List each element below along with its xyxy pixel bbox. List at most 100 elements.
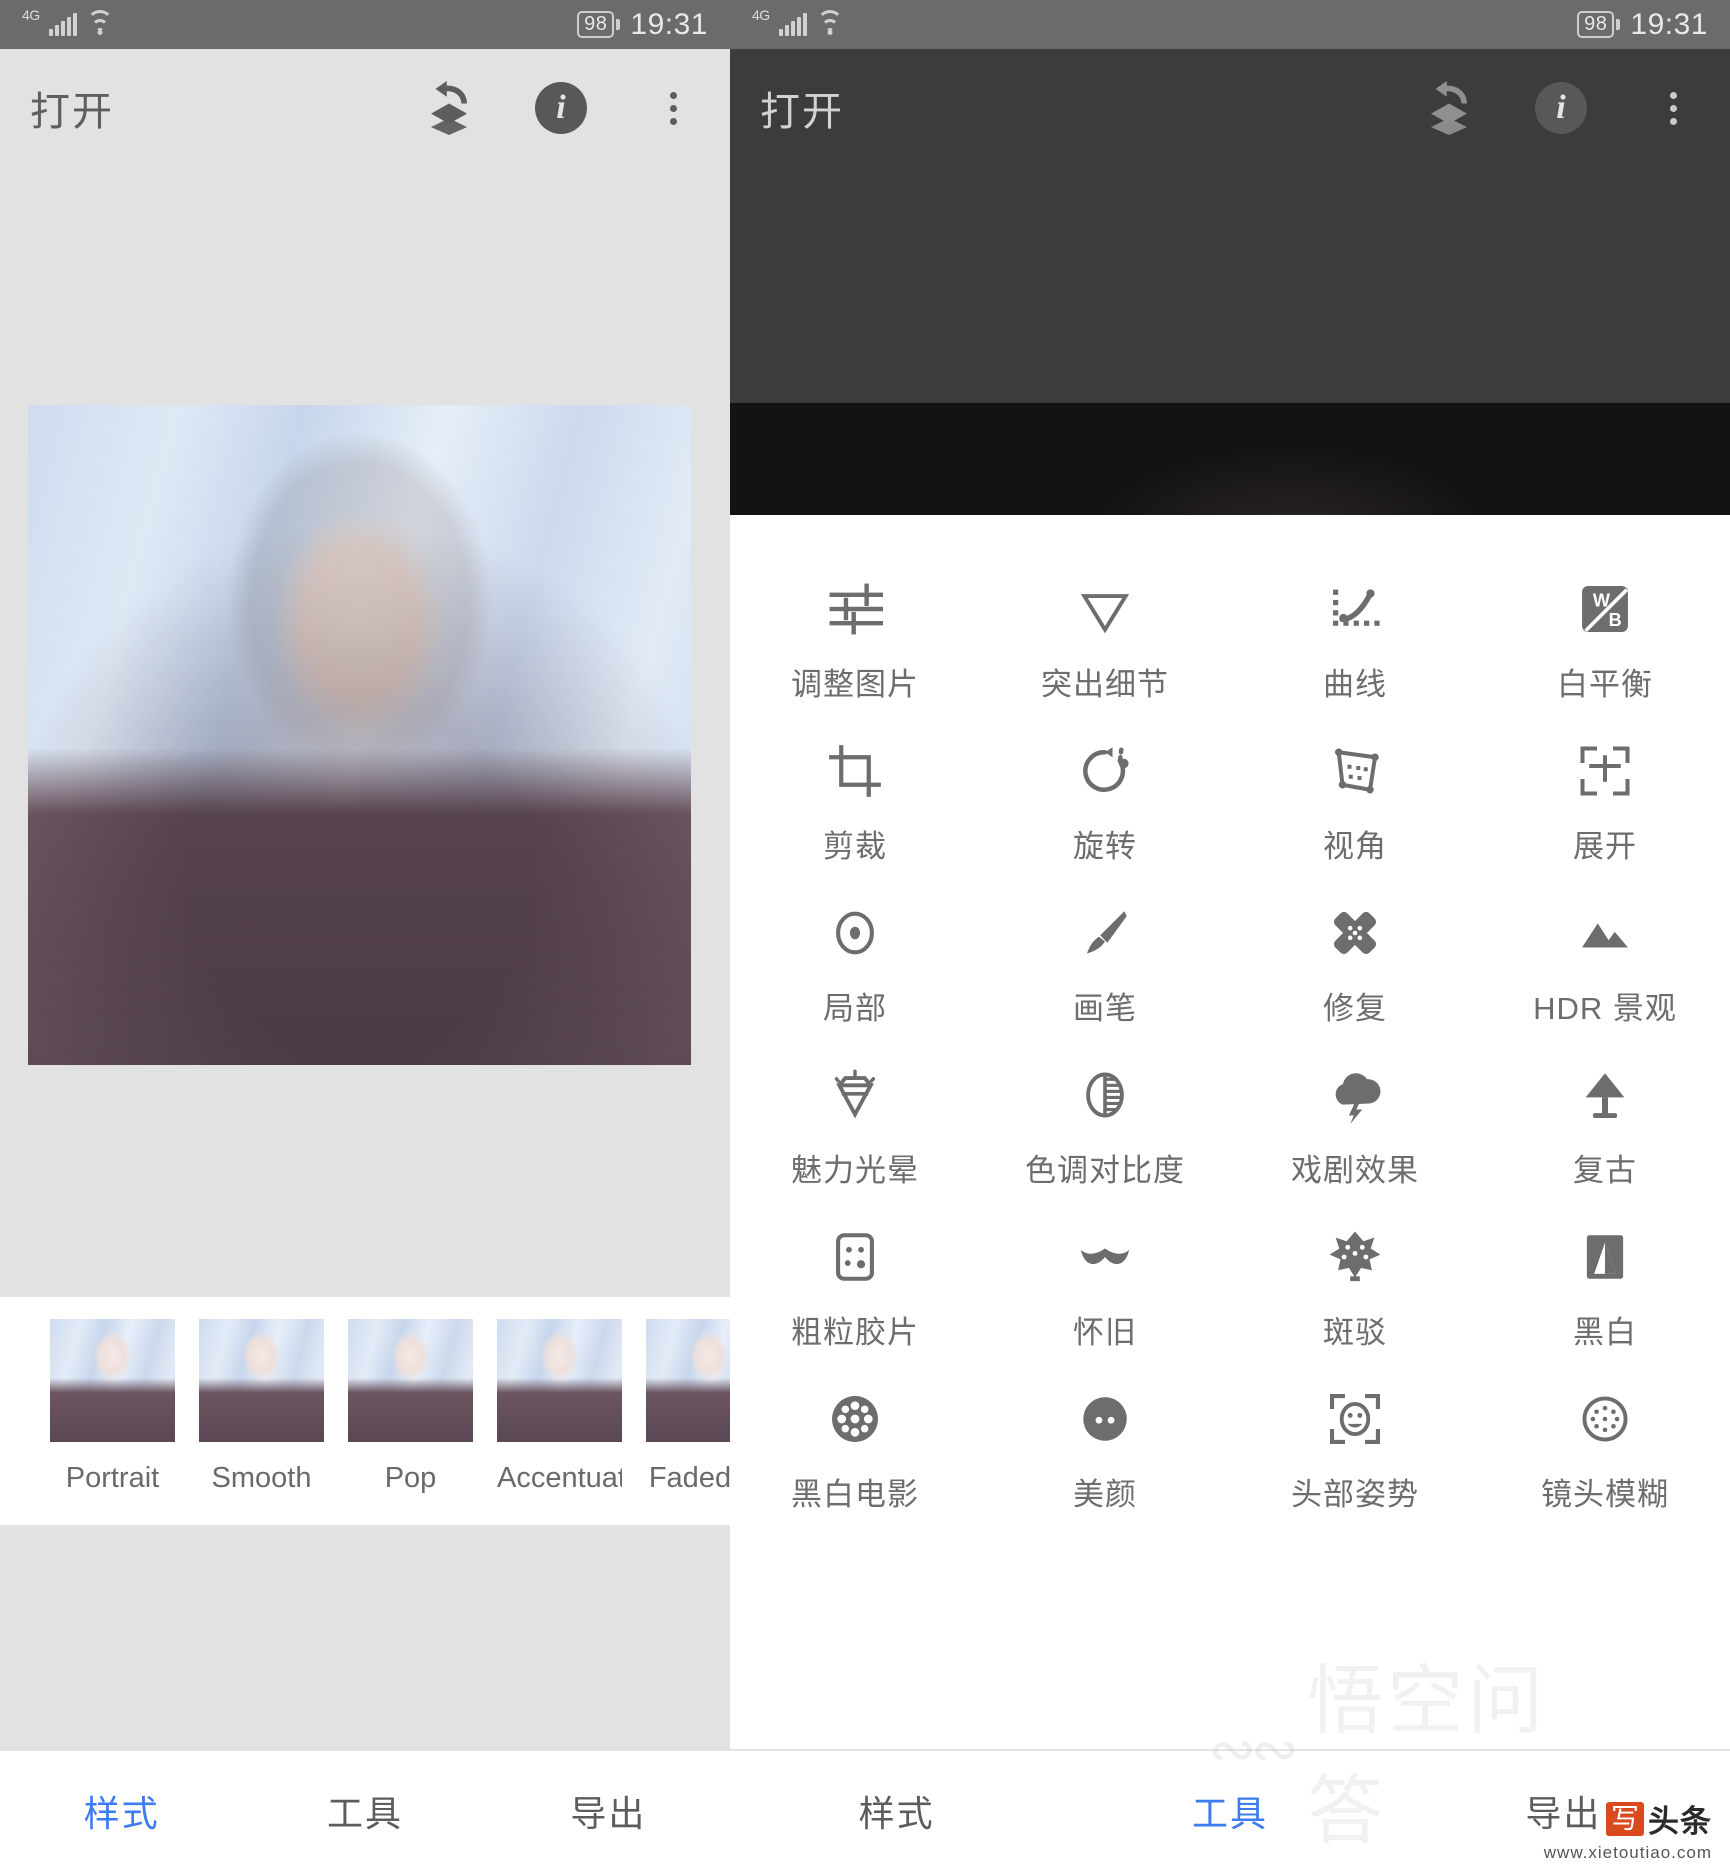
- tool-glamour-glow[interactable]: 魅力光晕: [730, 1059, 980, 1221]
- sliders-icon: [824, 573, 886, 645]
- tool-label: 视角: [1323, 829, 1387, 864]
- tool-label: 曲线: [1323, 667, 1387, 702]
- style-presets-strip[interactable]: Portrait Smooth Pop Accentuate Faded Gl: [0, 1297, 730, 1525]
- tool-label: 戏剧效果: [1291, 1153, 1419, 1188]
- tool-noir[interactable]: 黑白电影: [730, 1383, 980, 1545]
- tool-perspective[interactable]: 视角: [1230, 735, 1480, 897]
- style-preset-item[interactable]: Pop: [348, 1319, 473, 1495]
- status-left-group: 4G: [22, 8, 114, 36]
- white-balance-icon: W B: [1576, 573, 1634, 645]
- tool-tonal-contrast[interactable]: 色调对比度: [980, 1059, 1230, 1221]
- tool-lens-blur[interactable]: 镜头模糊: [1480, 1383, 1730, 1545]
- style-thumbnail: [50, 1319, 175, 1442]
- head-pose-icon: [1326, 1383, 1384, 1455]
- status-left-group: 4G: [752, 8, 844, 36]
- tool-label: 粗粒胶片: [791, 1315, 919, 1350]
- status-right-group: 98 19:31: [577, 8, 708, 42]
- triangle-down-icon: [1074, 573, 1136, 645]
- network-type-label: 4G: [22, 6, 40, 23]
- dual-screenshot-container: 4G 98 19:31 打开 i Portrait Smooth Pop Acc…: [0, 0, 1730, 1871]
- tool-label: 调整图片: [791, 667, 919, 702]
- nav-tab-tools[interactable]: 工具: [1063, 1785, 1396, 1837]
- tool-hdr-scape[interactable]: HDR 景观: [1480, 897, 1730, 1059]
- tool-label: 旋转: [1073, 829, 1137, 864]
- style-label: Pop: [384, 1462, 437, 1494]
- bottom-nav-right: 样式 工具 导出: [730, 1749, 1730, 1871]
- tool-label: 魅力光晕: [791, 1153, 919, 1188]
- nav-tab-tools[interactable]: 工具: [243, 1785, 486, 1837]
- face-beauty-icon: [1076, 1383, 1134, 1455]
- tool-label: 色调对比度: [1025, 1153, 1185, 1188]
- style-preset-item[interactable]: Accentuate: [497, 1319, 622, 1495]
- lens-blur-icon: [1576, 1383, 1634, 1455]
- tool-label: HDR 景观: [1533, 991, 1677, 1026]
- tool-details[interactable]: 突出细节: [980, 573, 1230, 735]
- tool-label: 怀旧: [1073, 1315, 1137, 1350]
- tool-rotate[interactable]: 旋转: [980, 735, 1230, 897]
- retrolux-moustache-icon: [1076, 1221, 1134, 1293]
- tool-label: 剪裁: [823, 829, 887, 864]
- tool-label: 美颜: [1073, 1477, 1137, 1512]
- style-preset-item[interactable]: Smooth: [199, 1319, 324, 1495]
- image-canvas-right[interactable]: [730, 167, 1730, 515]
- nav-tab-styles[interactable]: 样式: [0, 1785, 243, 1837]
- overflow-menu-icon[interactable]: [1646, 81, 1700, 135]
- nav-tab-styles[interactable]: 样式: [730, 1785, 1063, 1837]
- tool-curves[interactable]: 曲线: [1230, 573, 1480, 735]
- tool-brush[interactable]: 画笔: [980, 897, 1230, 1059]
- nav-tab-export[interactable]: 导出: [487, 1785, 730, 1837]
- wifi-icon: [816, 9, 844, 36]
- tool-face-beauty[interactable]: 美颜: [980, 1383, 1230, 1545]
- tool-label: 画笔: [1073, 991, 1137, 1026]
- tool-tune-image[interactable]: 调整图片: [730, 573, 980, 735]
- tool-healing[interactable]: 修复: [1230, 897, 1480, 1059]
- brush-icon: [1076, 897, 1134, 969]
- nav-tab-export[interactable]: 导出: [1397, 1785, 1730, 1837]
- rotate-icon: [1075, 735, 1135, 807]
- undo-layers-icon[interactable]: [422, 81, 476, 135]
- tool-grainy-film[interactable]: 粗粒胶片: [730, 1221, 980, 1383]
- tool-expand[interactable]: 展开: [1480, 735, 1730, 897]
- toolbar-actions-right: i: [1422, 81, 1700, 135]
- tool-label: 斑驳: [1323, 1315, 1387, 1350]
- wifi-icon: [86, 9, 114, 36]
- image-canvas-left[interactable]: [0, 167, 730, 1297]
- page-title: 打开: [30, 90, 114, 134]
- undo-layers-icon[interactable]: [1422, 81, 1476, 135]
- overflow-menu-icon[interactable]: [646, 81, 700, 135]
- tool-label: 突出细节: [1041, 667, 1169, 702]
- battery-cap: [616, 19, 621, 30]
- tool-drama[interactable]: 戏剧效果: [1230, 1059, 1480, 1221]
- status-bar-left: 4G 98 19:31: [0, 0, 730, 49]
- curves-icon: [1324, 573, 1386, 645]
- left-screen: 4G 98 19:31 打开 i Portrait Smooth Pop Acc…: [0, 0, 730, 1871]
- tool-label: 复古: [1573, 1153, 1637, 1188]
- edited-photo[interactable]: [28, 405, 691, 1065]
- svg-text:B: B: [1609, 610, 1622, 630]
- tool-grunge[interactable]: 斑驳: [1230, 1221, 1480, 1383]
- info-icon[interactable]: i: [534, 81, 588, 135]
- signal-bars-icon: [48, 12, 77, 36]
- info-glyph: i: [535, 82, 587, 134]
- tool-head-pose[interactable]: 头部姿势: [1230, 1383, 1480, 1545]
- tool-selective[interactable]: 局部: [730, 897, 980, 1059]
- expand-icon: [1575, 735, 1635, 807]
- tool-vintage[interactable]: 复古: [1480, 1059, 1730, 1221]
- bottom-nav-left: 样式 工具 导出: [0, 1749, 730, 1871]
- tool-white-balance[interactable]: W B 白平衡: [1480, 573, 1730, 735]
- style-thumbnail: [199, 1319, 324, 1442]
- style-label: Faded Gl: [648, 1462, 730, 1494]
- tonal-contrast-icon: [1076, 1059, 1134, 1131]
- tool-label: 修复: [1323, 991, 1387, 1026]
- style-preset-item[interactable]: Faded Gl: [646, 1319, 730, 1495]
- style-preset-item[interactable]: Portrait: [50, 1319, 175, 1495]
- portrait-photo-image: [28, 405, 691, 1065]
- style-thumbnail: [497, 1319, 622, 1442]
- info-icon[interactable]: i: [1534, 81, 1588, 135]
- battery-level-label: 98: [577, 11, 615, 38]
- tool-retrolux[interactable]: 怀旧: [980, 1221, 1230, 1383]
- tool-crop[interactable]: 剪裁: [730, 735, 980, 897]
- tool-label: 头部姿势: [1291, 1477, 1419, 1512]
- battery-icon: 98: [577, 11, 621, 38]
- tool-black-white[interactable]: 黑白: [1480, 1221, 1730, 1383]
